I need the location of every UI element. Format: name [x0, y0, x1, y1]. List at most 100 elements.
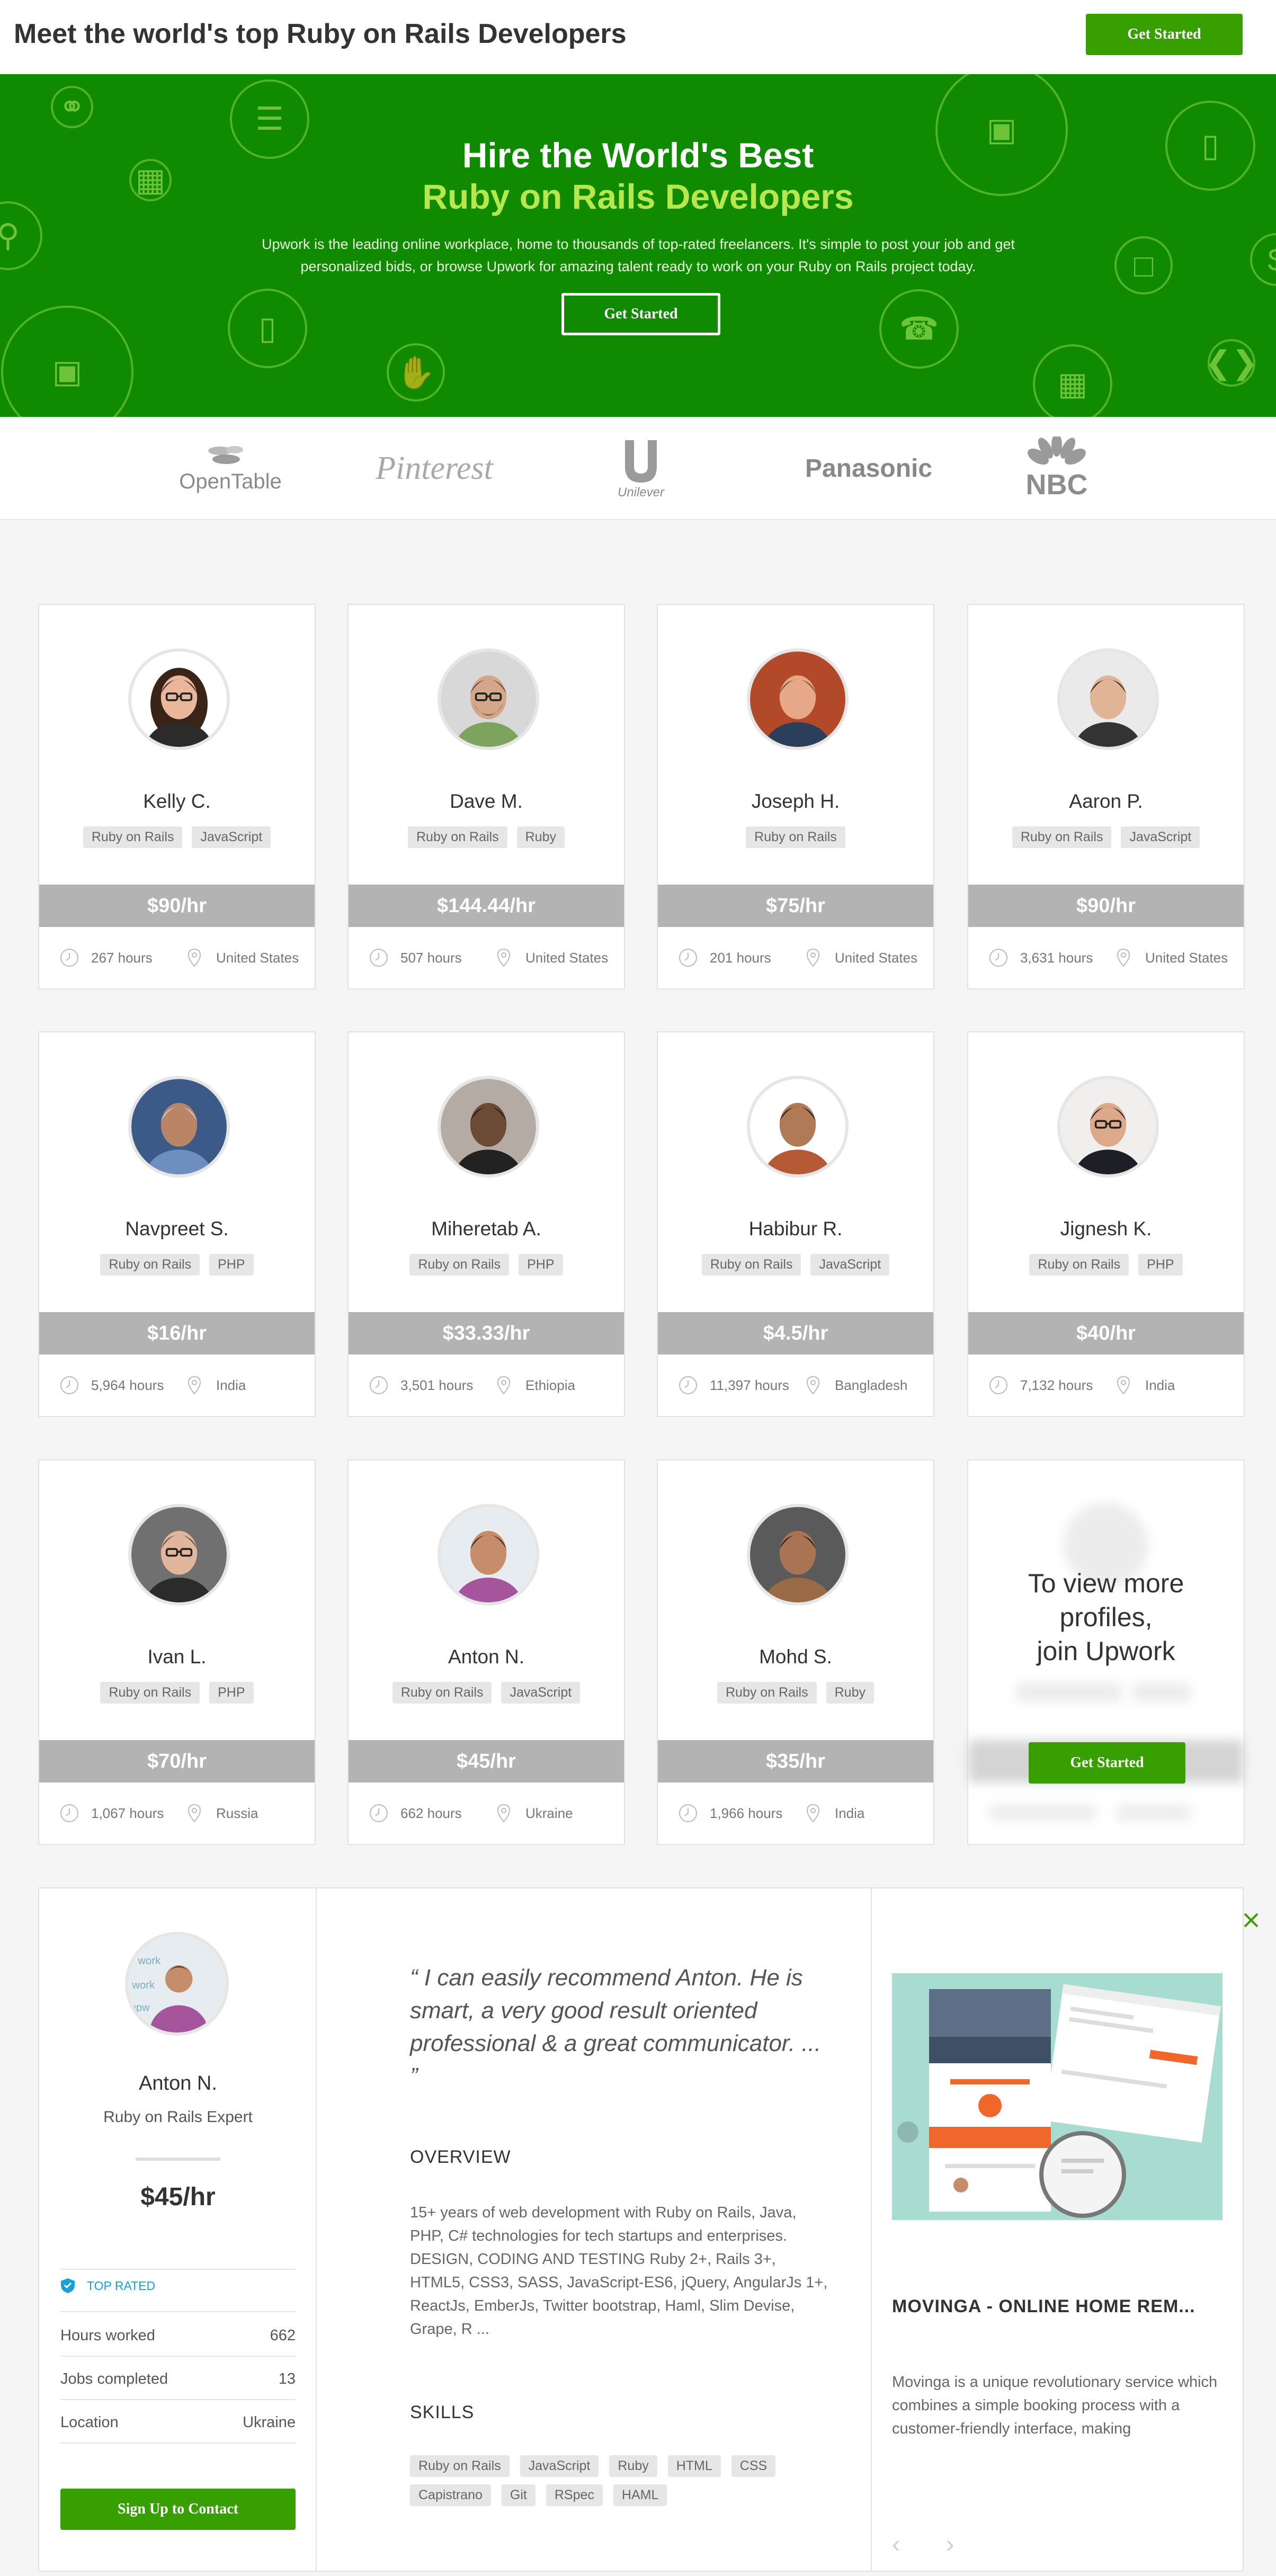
skill-tag: Ruby on Rails: [392, 1682, 492, 1704]
join-get-started-button[interactable]: Get Started: [1029, 1742, 1185, 1784]
avatar-photo: work work upw: [128, 1935, 226, 2033]
location-text: United States: [525, 949, 609, 966]
skill-tag: Ruby on Rails: [409, 1254, 510, 1276]
hourly-rate: $45/hr: [349, 1740, 624, 1782]
detail-title: Ruby on Rails Expert: [103, 2108, 253, 2126]
profile-meta: 201 hours United States: [658, 927, 933, 988]
profile-card[interactable]: Anton N. Ruby on Rails JavaScript $45/hr 662…: [347, 1459, 625, 1845]
location-pin-icon: [497, 948, 511, 967]
project-thumbnail[interactable]: [892, 1973, 1223, 2220]
hours-text: 1,067 hours: [91, 1805, 164, 1821]
profile-card[interactable]: Joseph H. Ruby on Rails $75/hr 201 hours Uni…: [657, 604, 934, 990]
hours-worked: 3,631 hours: [988, 948, 1113, 968]
skill-tag: JavaScript: [520, 2455, 599, 2477]
detail-rate: $45/hr: [140, 2183, 216, 2211]
location: United States: [494, 948, 608, 968]
location-text: United States: [1145, 949, 1228, 966]
unilever-logo-text: Unilever: [617, 485, 665, 500]
project-title[interactable]: MOVINGA - ONLINE HOME REM...: [892, 2296, 1195, 2317]
hours-worked: 662 hours: [369, 1803, 494, 1823]
location-pin-icon: [497, 1376, 511, 1395]
skill-tag: Ruby on Rails: [100, 1682, 200, 1704]
overview-text: 15+ years of web development with Ruby o…: [410, 2204, 828, 2338]
clock-icon: [679, 1376, 697, 1394]
profile-meta: 3,501 hours Ethiopia: [349, 1354, 624, 1416]
skill-tags: Ruby on Rails PHP: [968, 1254, 1244, 1276]
skill-tag: JavaScript: [192, 826, 271, 848]
location: India: [184, 1375, 246, 1395]
clock-icon: [989, 949, 1007, 967]
profile-card[interactable]: Mohd S. Ruby on Rails Ruby $35/hr 1,966 hour…: [657, 1459, 934, 1845]
skill-tag: CSS: [731, 2455, 776, 2477]
skill-tag: PHP: [519, 1254, 563, 1276]
skill-tags: Ruby on Rails JavaScript: [349, 1682, 624, 1704]
hours-worked-value: 662: [270, 2327, 296, 2344]
divider: [60, 2399, 296, 2400]
hero-get-started-button[interactable]: Get Started: [561, 293, 720, 335]
freelancer-name: Jignesh K.: [1060, 1218, 1152, 1240]
close-icon[interactable]: [1241, 1910, 1262, 1931]
location-text: Ethiopia: [525, 1377, 575, 1393]
skill-tag: Ruby on Rails: [701, 1254, 801, 1276]
headset-icon: ☎: [879, 289, 959, 369]
skill-tags: Ruby on Rails PHP: [39, 1254, 315, 1276]
profile-detail-panel: work work upw Anton N. Ruby on Rails Exp…: [38, 1887, 1259, 2572]
profile-card[interactable]: Ivan L. Ruby on Rails PHP $70/hr 1,067 hours…: [38, 1459, 316, 1845]
hours-text: 3,501 hours: [400, 1377, 474, 1393]
hours-worked: 267 hours: [59, 948, 184, 968]
join-message-line: To view more: [1028, 1568, 1184, 1598]
nbc-logo-text: NBC: [1025, 468, 1088, 501]
prev-arrow-icon[interactable]: ‹: [892, 2529, 900, 2558]
next-arrow-icon[interactable]: ›: [946, 2529, 954, 2558]
avatar: [1057, 648, 1159, 750]
hours-worked-row: Hours worked 662: [60, 2327, 296, 2345]
location-value: Ukraine: [243, 2414, 296, 2431]
picture-icon: ▦: [1033, 344, 1112, 417]
freelancer-name: Miheretab A.: [431, 1218, 541, 1240]
overview-heading: OVERVIEW: [410, 2147, 511, 2167]
hours-worked-label: Hours worked: [60, 2327, 155, 2344]
hourly-rate: $75/hr: [658, 885, 933, 927]
freelancer-name: Mohd S.: [759, 1646, 832, 1668]
profile-card[interactable]: Habibur R. Ruby on Rails JavaScript $4.5/hr…: [657, 1031, 934, 1417]
avatar-photo: [441, 652, 536, 747]
hours-worked: 5,964 hours: [59, 1375, 184, 1395]
freelancer-name: Anton N.: [448, 1646, 524, 1668]
skill-tag: Ruby on Rails: [1012, 826, 1112, 848]
location-text: United States: [835, 949, 918, 966]
location: United States: [803, 948, 917, 968]
skill-tags: Ruby on Rails: [658, 826, 933, 848]
panasonic-logo: Panasonic: [805, 454, 933, 483]
get-started-button[interactable]: Get Started: [1086, 14, 1243, 55]
profile-card[interactable]: Aaron P. Ruby on Rails JavaScript $90/hr 3,6…: [967, 604, 1245, 990]
skill-tag: Ruby: [609, 2455, 657, 2477]
location: United States: [1113, 948, 1228, 968]
hours-worked: 1,067 hours: [59, 1803, 184, 1823]
profile-card[interactable]: Jignesh K. Ruby on Rails PHP $40/hr 7,132 ho…: [967, 1031, 1245, 1417]
detail-name: Anton N.: [139, 2072, 217, 2094]
hourly-rate: $35/hr: [658, 1740, 933, 1782]
location-text: Ukraine: [525, 1805, 573, 1821]
shield-icon: [61, 2278, 75, 2293]
sign-up-to-contact-button[interactable]: Sign Up to Contact: [60, 2489, 296, 2530]
join-upwork-card: To view more profiles, join Upwork Get S…: [967, 1459, 1245, 1845]
profile-card[interactable]: Miheretab A. Ruby on Rails PHP $33.33/hr 3,5…: [347, 1031, 625, 1417]
divider: [60, 2443, 296, 2444]
avatar: [747, 1076, 849, 1178]
location-text: United States: [216, 949, 299, 966]
hours-text: 11,397 hours: [710, 1377, 789, 1393]
hourly-rate: $40/hr: [968, 1312, 1244, 1354]
hours-text: 267 hours: [91, 949, 153, 966]
profile-card[interactable]: Navpreet S. Ruby on Rails PHP $16/hr 5,964 h…: [38, 1031, 316, 1417]
profile-meta: 5,964 hours India: [39, 1354, 315, 1416]
profile-card[interactable]: Dave M. Ruby on Rails Ruby $144.44/hr 507 ho…: [347, 604, 625, 990]
profile-card[interactable]: Kelly C. Ruby on Rails JavaScript $90/hr 267…: [38, 604, 316, 990]
avatar-photo: [750, 652, 845, 747]
hourly-rate: $70/hr: [39, 1740, 315, 1782]
client-logos: OpenTable Pinterest Unilever Panasonic N…: [0, 417, 1276, 520]
skill-tag: Ruby on Rails: [717, 1682, 817, 1704]
hours-text: 5,964 hours: [91, 1377, 164, 1393]
clock-icon: [60, 1804, 78, 1822]
money-icon: $: [1250, 233, 1276, 286]
divider: [60, 2356, 296, 2357]
